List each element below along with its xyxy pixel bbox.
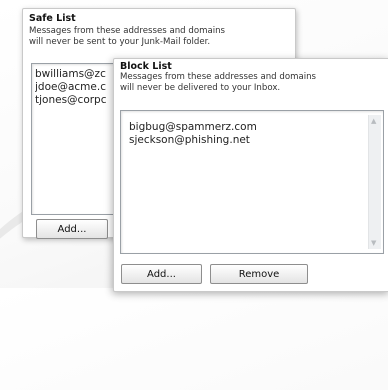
safe-list-add-button[interactable]: Add... xyxy=(36,219,108,239)
list-item[interactable]: jdoe@acme.c xyxy=(35,81,121,94)
list-item[interactable]: tjones@corpc xyxy=(35,94,121,107)
list-item[interactable]: bigbug@spammerz.com xyxy=(129,121,257,134)
safe-list-entries: bwilliams@zc jdoe@acme.c tjones@corpc xyxy=(35,68,121,107)
block-list-box[interactable]: bigbug@spammerz.com sjeckson@phishing.ne… xyxy=(120,110,384,254)
list-item[interactable]: sjeckson@phishing.net xyxy=(129,134,257,147)
scroll-up-arrow-icon[interactable]: ▲ xyxy=(371,117,376,125)
scroll-down-arrow-icon[interactable]: ▼ xyxy=(371,239,376,247)
block-list-scrollbar[interactable]: ▲ ▼ xyxy=(368,115,381,249)
safe-list-description-line1: Messages from these addresses and domain… xyxy=(29,26,226,36)
block-list-entries: bigbug@spammerz.com sjeckson@phishing.ne… xyxy=(129,121,257,147)
block-list-title: Block List xyxy=(120,61,172,72)
block-list-add-button[interactable]: Add... xyxy=(121,264,202,284)
block-list-panel: Block List Messages from these addresses… xyxy=(113,58,388,292)
block-list-remove-button[interactable]: Remove xyxy=(210,264,308,284)
safe-list-title: Safe List xyxy=(29,13,76,24)
list-item[interactable]: bwilliams@zc xyxy=(35,68,121,81)
block-list-description-line2: will never be delivered to your Inbox. xyxy=(120,83,281,93)
block-list-description-line1: Messages from these addresses and domain… xyxy=(120,72,317,82)
safe-list-description-line2: will never be sent to your Junk-Mail fol… xyxy=(29,37,211,47)
